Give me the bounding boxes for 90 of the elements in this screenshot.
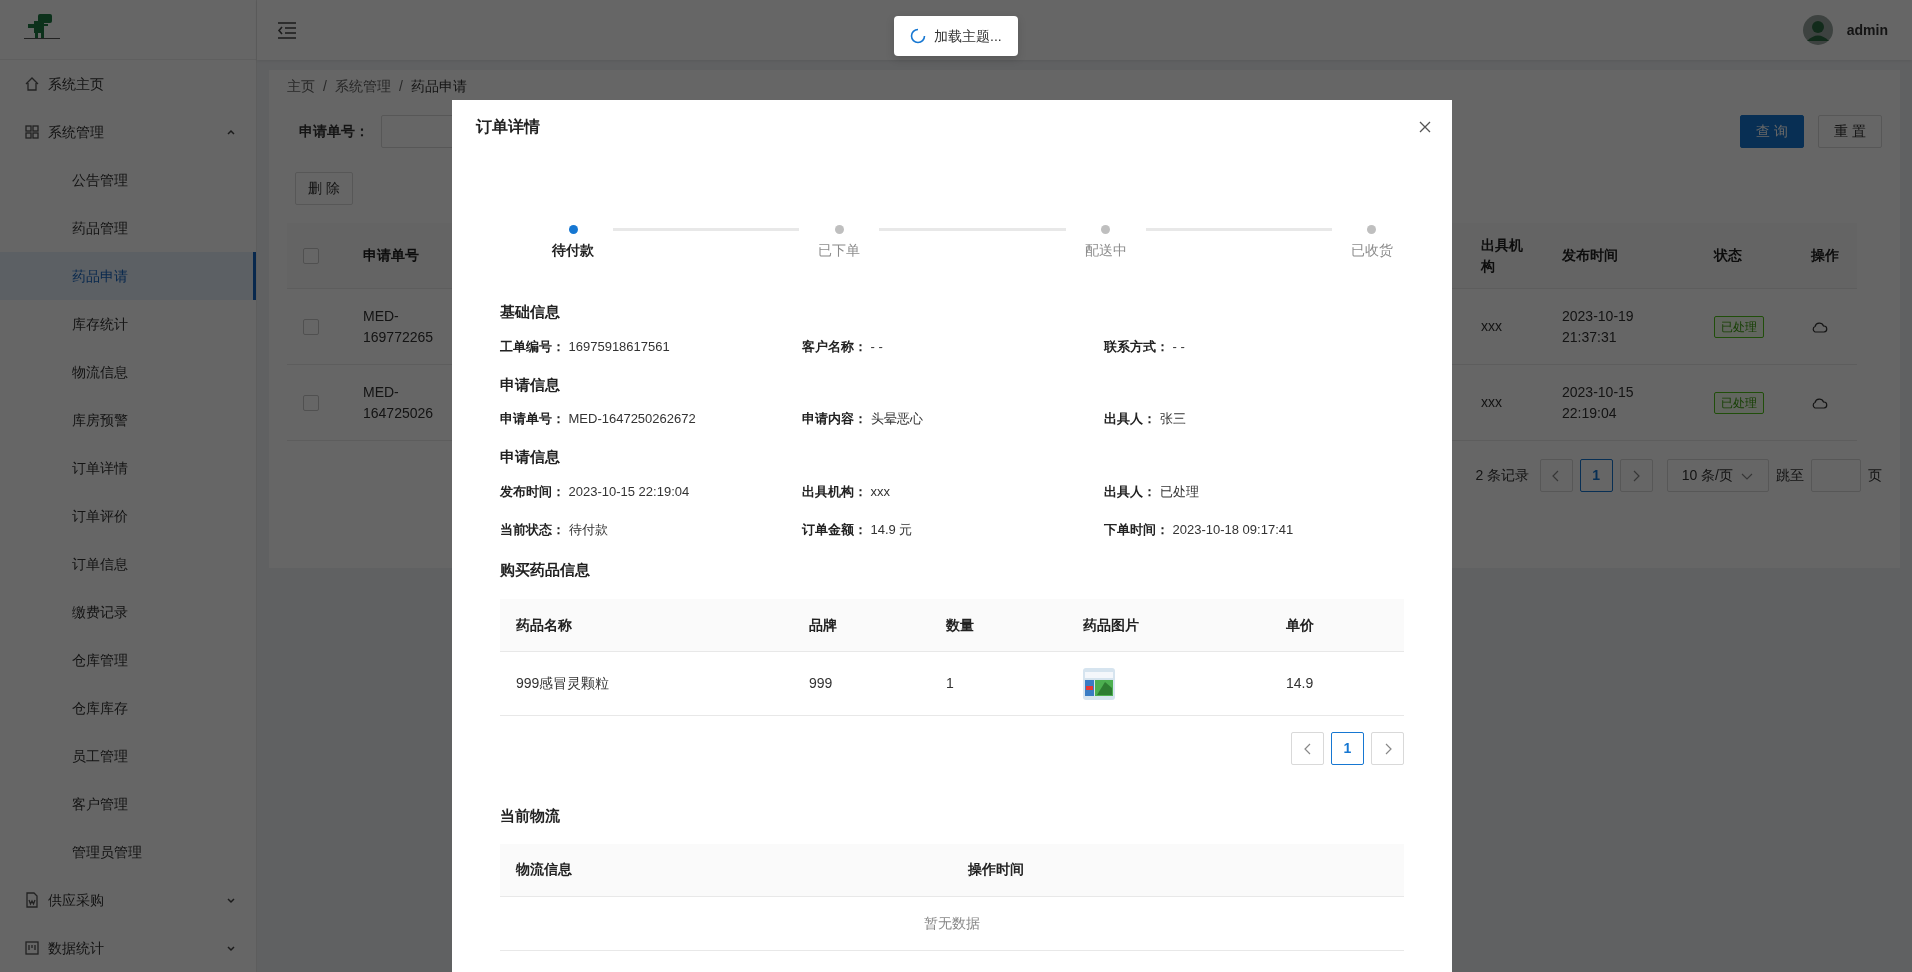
breadcrumb-separator: / [323,77,327,96]
section-title: 购买药品信息 [500,559,591,580]
sidebar-item[interactable]: 订单详情 [0,444,256,492]
field-text: 申请单号： MED-1647250262672 [500,410,697,429]
search-button[interactable]: 查 询 [1740,115,1804,148]
sidebar-item[interactable]: 系统主页 [0,60,256,108]
page-button[interactable]: 1 [1579,459,1613,492]
sidebar-item[interactable]: 数据统计 [0,924,256,972]
spinner-icon [910,28,926,44]
field-text: 当前状态： 待付款 [500,520,609,539]
field-text: 联系方式： - - [1104,337,1186,356]
field-text: 出具人： 已处理 [1104,482,1200,501]
table-cell: MED-164725026 [347,365,445,441]
sidebar-item[interactable]: 供应采购 [0,876,256,924]
next-page-button[interactable] [1619,459,1653,492]
table-cell: 14.9 [1270,652,1404,716]
sidebar-item[interactable]: 药品申请 [0,252,256,300]
toast-text: 加载主题... [934,26,1002,46]
sidebar-item[interactable]: 公告管理 [0,156,256,204]
status-tag: 已处理 [1714,315,1764,338]
jump-label: 跳至 [1776,466,1804,485]
field-text: 申请内容： 头晕恶心 [802,410,924,429]
record-count: 2 条记录 [1475,466,1530,485]
field-text: 客户名称： - - [802,337,884,356]
sidebar-item[interactable]: 管理员管理 [0,828,256,876]
board-icon [24,940,40,956]
next-page-button[interactable] [1371,732,1404,765]
page-button[interactable]: 1 [1331,732,1364,765]
field-text: 下单时间： 2023-10-18 09:17:41 [1104,520,1295,539]
page-size-select[interactable]: 10 条/页 [1666,459,1769,492]
table-cell: xxx [1465,289,1546,365]
sidebar-item[interactable]: 库存统计 [0,300,256,348]
field-label: 申请单号： [299,122,369,141]
status-tag: 已处理 [1714,391,1764,414]
table-cell: 1 [930,652,1067,716]
empty-text: 暂无数据 [924,913,980,933]
sidebar-item[interactable]: 客户管理 [0,780,256,828]
sidebar-item[interactable]: 订单评价 [0,492,256,540]
table-cell: MED-169772265 [347,289,445,365]
sidebar-item[interactable]: 药品管理 [0,204,256,252]
page-label: 页 [1868,466,1882,485]
section-title: 基础信息 [500,302,561,322]
column-header: 药品图片 [1067,599,1270,652]
table-cell: 999感冒灵颗粒 [500,652,793,716]
step-label: 配送中 [1084,241,1127,260]
sidebar-item[interactable]: 仓库管理 [0,636,256,684]
column-header: 操作时间 [952,843,1404,897]
column-header: 药品名称 [500,599,793,652]
section-title: 申请信息 [500,447,561,467]
field-text: 订单金额： 14.9 元 [802,520,914,539]
column-header: 品牌 [793,599,930,652]
breadcrumb-item: 药品申请 [410,77,467,96]
sidebar-item[interactable]: 系统管理 [0,108,256,156]
sidebar-item[interactable]: 仓库库存 [0,684,256,732]
grid-icon [24,124,40,140]
breadcrumb-separator: / [398,77,403,96]
table-cell: xxx [1465,365,1546,441]
menu-icon[interactable] [277,20,297,40]
document-icon [24,892,40,908]
field-text: 出具人： 张三 [1104,410,1187,429]
avatar [1802,15,1833,45]
column-header: 单价 [1270,599,1404,652]
sidebar-item[interactable]: 缴费记录 [0,588,256,636]
sidebar-item[interactable]: 物流信息 [0,348,256,396]
modal-title: 订单详情 [476,117,541,137]
step-label: 已下单 [818,241,861,260]
sidebar-item[interactable]: 员工管理 [0,732,256,780]
field-text: 发布时间： 2023-10-15 22:19:04 [500,482,691,501]
column-header: 数量 [930,599,1067,652]
column-header: 物流信息 [500,843,952,897]
home-icon [24,76,40,92]
table-cell: 2023-10-15 22:19:04 [1546,365,1698,441]
section-title: 申请信息 [500,374,561,395]
previous-page-button[interactable] [1539,459,1573,492]
user-name[interactable]: admin [1846,19,1888,41]
field-text: 出具机构： xxx [802,482,891,501]
sidebar-item[interactable]: 库房预警 [0,396,256,444]
previous-page-button[interactable] [1291,732,1324,765]
table-cell: 2023-10-19 21:37:31 [1546,289,1698,365]
section-title: 当前物流 [500,806,561,826]
step-label: 已收货 [1351,241,1393,260]
logo-icon [24,14,60,40]
delete-button[interactable]: 删 除 [295,172,353,205]
step-label: 待付款 [552,241,594,260]
close-icon[interactable] [1418,120,1432,134]
sidebar-item[interactable]: 订单信息 [0,540,256,588]
reset-button[interactable]: 重 置 [1818,115,1882,148]
table-cell: 999 [793,652,930,716]
breadcrumb-item[interactable]: 主页 [287,76,315,97]
field-text: 工单编号： 16975918617561 [500,337,671,356]
